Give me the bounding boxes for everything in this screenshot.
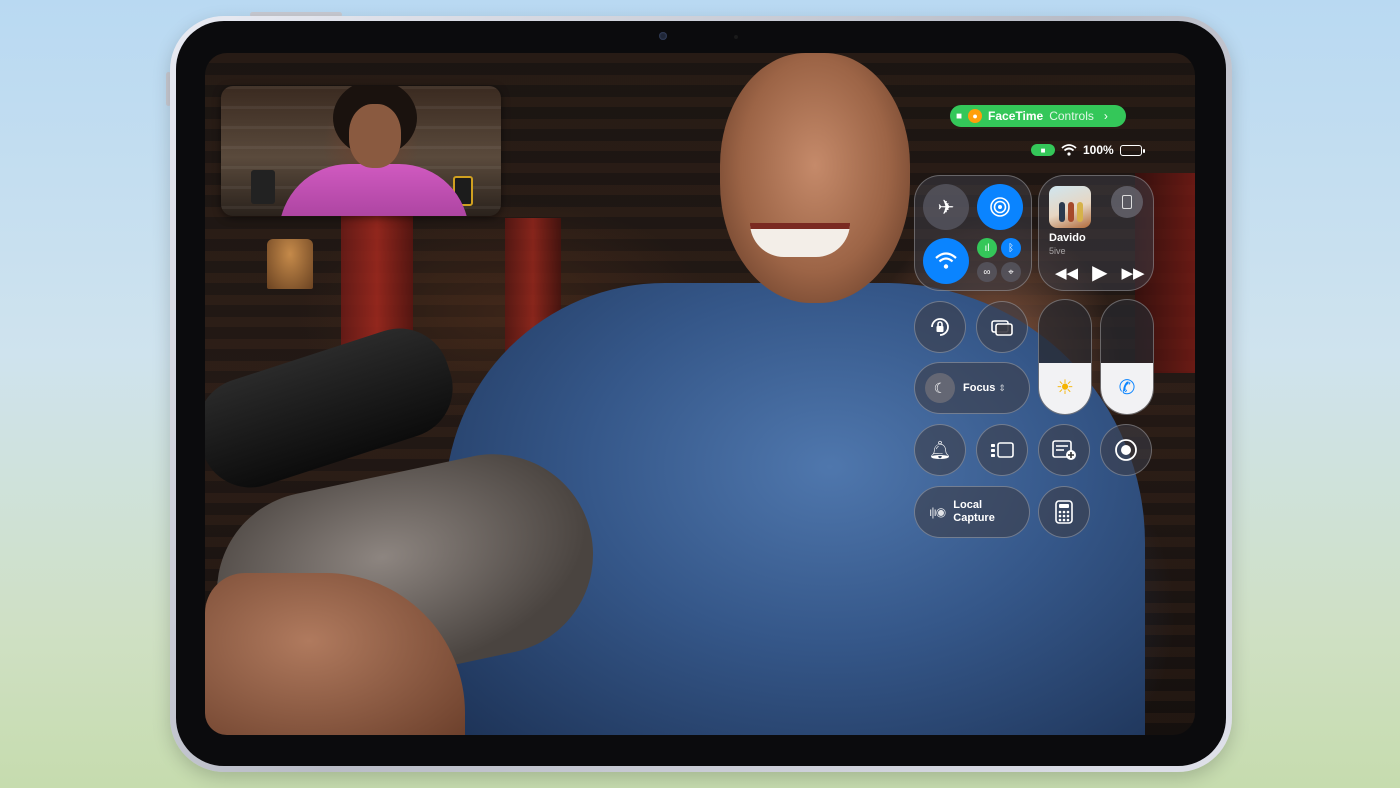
local-capture-label: Local Capture xyxy=(953,499,995,524)
rotation-lock-icon[interactable] xyxy=(914,301,966,353)
self-view-pip[interactable] xyxy=(221,86,501,216)
bell-icon[interactable]: 🔔︎ xyxy=(914,424,966,476)
caller-face xyxy=(720,53,910,303)
screen-record-icon[interactable] xyxy=(1100,424,1152,476)
phone-icon: ✆ xyxy=(1118,377,1136,399)
airplay-icon[interactable] xyxy=(1111,186,1143,218)
status-bar: ■ 100% xyxy=(1031,142,1145,158)
video-camera-icon: ■ xyxy=(956,110,963,122)
now-playing-artist: Davido xyxy=(1049,232,1086,244)
playback-controls: ◀◀ ▶ ▶▶ xyxy=(1055,260,1145,285)
airdrop-icon[interactable] xyxy=(977,184,1023,230)
battery-icon xyxy=(1119,144,1145,156)
calculator-icon[interactable] xyxy=(1038,486,1090,538)
connectivity-module[interactable]: ✈ ıl ᛒ ∞ ⌖ xyxy=(914,175,1032,291)
rewind-icon[interactable]: ◀◀ xyxy=(1055,264,1078,282)
video-camera-icon: ■ xyxy=(1031,144,1055,156)
mic-icon: ● xyxy=(968,109,983,123)
chevron-updown-icon: ⇕ xyxy=(998,382,1006,393)
pip-face xyxy=(349,104,401,168)
album-art xyxy=(1049,186,1091,228)
screen-mirroring-icon[interactable] xyxy=(976,301,1028,353)
moon-icon: ☾ xyxy=(925,373,955,403)
satellite-icon[interactable]: ⌖ xyxy=(1001,262,1021,282)
fast-forward-icon[interactable]: ▶▶ xyxy=(1121,264,1144,282)
waveform-icon: ı|ı◉ xyxy=(929,505,946,519)
personal-hotspot-icon[interactable]: ∞ xyxy=(977,262,997,282)
airplane-icon[interactable]: ✈ xyxy=(923,184,969,230)
focus-label: Focus xyxy=(963,381,996,394)
brightness-slider[interactable]: ☀ xyxy=(1038,299,1092,415)
front-camera xyxy=(659,32,667,40)
bluetooth-icon[interactable]: ᛒ xyxy=(1001,238,1021,258)
now-playing-song: 5ive xyxy=(1049,246,1066,256)
sensor-dot xyxy=(734,35,738,39)
chevron-right-icon: › xyxy=(1103,109,1108,123)
sun-icon: ☀ xyxy=(1056,377,1074,399)
focus-button[interactable]: ☾ Focus ⇕ xyxy=(914,362,1030,414)
local-capture-button[interactable]: ı|ı◉ Local Capture xyxy=(914,486,1030,538)
facetime-subtitle: Controls xyxy=(1049,109,1094,123)
facetime-controls-pill[interactable]: ■ ● FaceTime Controls › xyxy=(950,105,1126,127)
stage-manager-icon[interactable] xyxy=(976,424,1028,476)
battery-percent: 100% xyxy=(1083,143,1114,157)
quick-note-icon[interactable] xyxy=(1038,424,1090,476)
cellular-icon[interactable]: ıl xyxy=(977,238,997,258)
now-playing-module[interactable]: Davido 5ive ◀◀ ▶ ▶▶ xyxy=(1038,175,1154,291)
wifi-icon[interactable] xyxy=(923,238,969,284)
lamp xyxy=(267,239,313,289)
pip-speaker xyxy=(251,170,275,204)
volume-slider[interactable]: ✆ xyxy=(1100,299,1154,415)
wifi-icon xyxy=(1061,144,1077,156)
facetime-title: FaceTime xyxy=(988,109,1044,123)
play-icon[interactable]: ▶ xyxy=(1092,260,1107,285)
facetime-call-screen: ■ ● FaceTime Controls › ■ 100% ✈ ıl ᛒ ∞ … xyxy=(205,53,1195,735)
